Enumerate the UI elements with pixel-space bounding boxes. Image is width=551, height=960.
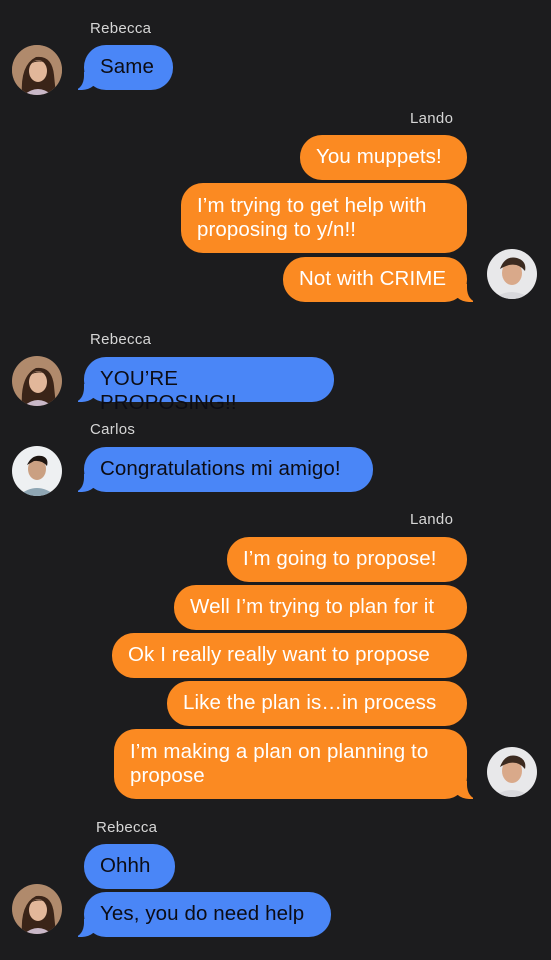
message-bubble[interactable]: Like the plan is…in process [167,681,467,726]
message-bubble[interactable]: You muppets! [300,135,467,180]
message-text: Like the plan is…in process [183,691,437,714]
sender-name: Rebecca [90,20,152,37]
sender-name: Rebecca [90,331,152,348]
message-bubble[interactable]: Ohhh [84,844,175,889]
message-text: I’m going to propose! [243,547,437,570]
message-bubble[interactable]: Well I’m trying to plan for it [174,585,467,630]
message-text: I’m making a plan on planning to propose [130,740,429,787]
message-text: Congratulations mi amigo! [100,457,341,480]
message-bubble[interactable]: Yes, you do need help [70,892,331,937]
sender-name: Lando [410,511,454,528]
lando-avatar[interactable] [487,747,537,797]
message-bubble[interactable]: I’m trying to get help with proposing to… [181,183,467,253]
sender-name: Carlos [90,421,136,438]
carlos-avatar[interactable] [12,446,62,496]
message-bubble[interactable]: Not with CRIME [283,257,481,302]
rebecca-avatar[interactable] [12,45,62,95]
message-bubble[interactable]: I’m going to propose! [227,537,467,582]
message-text: Same [100,55,154,78]
message-text: Ohhh [100,854,151,877]
message-text: Yes, you do need help [100,902,305,925]
message-bubble[interactable]: I’m making a plan on planning to propose [114,729,481,799]
message-text: I’m trying to get help with proposing to… [197,194,427,241]
message-bubble[interactable]: YOU’RE PROPOSING!! [70,357,334,414]
message-text: You muppets! [316,145,442,168]
lando-avatar[interactable] [487,249,537,299]
message-text: Not with CRIME [299,267,447,290]
rebecca-avatar[interactable] [12,884,62,934]
rebecca-avatar[interactable] [12,356,62,406]
sender-name: Lando [410,110,454,127]
message-bubble[interactable]: Congratulations mi amigo! [70,447,373,492]
message-bubble[interactable]: Ok I really really want to propose [112,633,467,678]
message-text: Well I’m trying to plan for it [190,595,435,618]
message-text: YOU’RE PROPOSING!! [100,367,237,414]
sender-name: Rebecca [96,819,158,836]
message-text: Ok I really really want to propose [128,643,430,666]
message-bubble[interactable]: Same [70,45,173,90]
message-thread[interactable]: Rebecca Same Lando You muppets! I’m tryi… [0,0,551,960]
